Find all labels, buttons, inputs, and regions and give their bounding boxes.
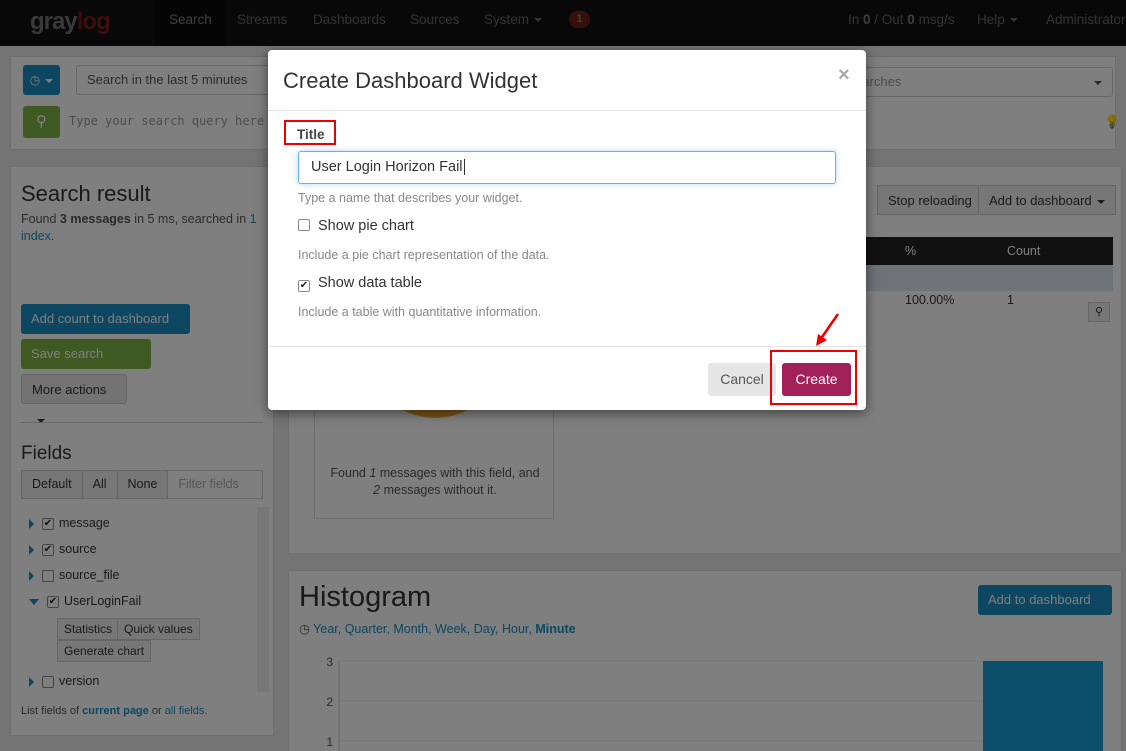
annotation-box-create: [770, 350, 857, 405]
show-data-table-checkbox[interactable]: ✔ Show data table: [298, 275, 422, 292]
close-icon[interactable]: ×: [838, 64, 850, 87]
modal-footer-divider: [268, 346, 866, 347]
show-data-table-label: Show data table: [318, 275, 422, 291]
pie-chart-help-text: Include a pie chart representation of th…: [298, 248, 550, 262]
text-cursor: [463, 159, 465, 175]
widget-title-input[interactable]: User Login Horizon Fail: [298, 151, 836, 184]
checkbox[interactable]: ✔: [298, 280, 310, 292]
modal-header-divider: [268, 110, 866, 111]
title-help-text: Type a name that describes your widget.: [298, 191, 523, 205]
data-table-help-text: Include a table with quantitative inform…: [298, 305, 542, 319]
show-pie-chart-label: Show pie chart: [318, 218, 414, 234]
modal-title: Create Dashboard Widget: [283, 68, 538, 93]
checkbox[interactable]: [298, 219, 310, 231]
annotation-box-title: [284, 120, 336, 145]
cancel-button[interactable]: Cancel: [708, 363, 776, 396]
navbar-backdrop: [0, 0, 1126, 46]
annotation-arrow-icon: [816, 313, 840, 346]
show-pie-chart-checkbox[interactable]: Show pie chart: [298, 218, 414, 234]
widget-title-value: User Login Horizon Fail: [311, 159, 463, 175]
